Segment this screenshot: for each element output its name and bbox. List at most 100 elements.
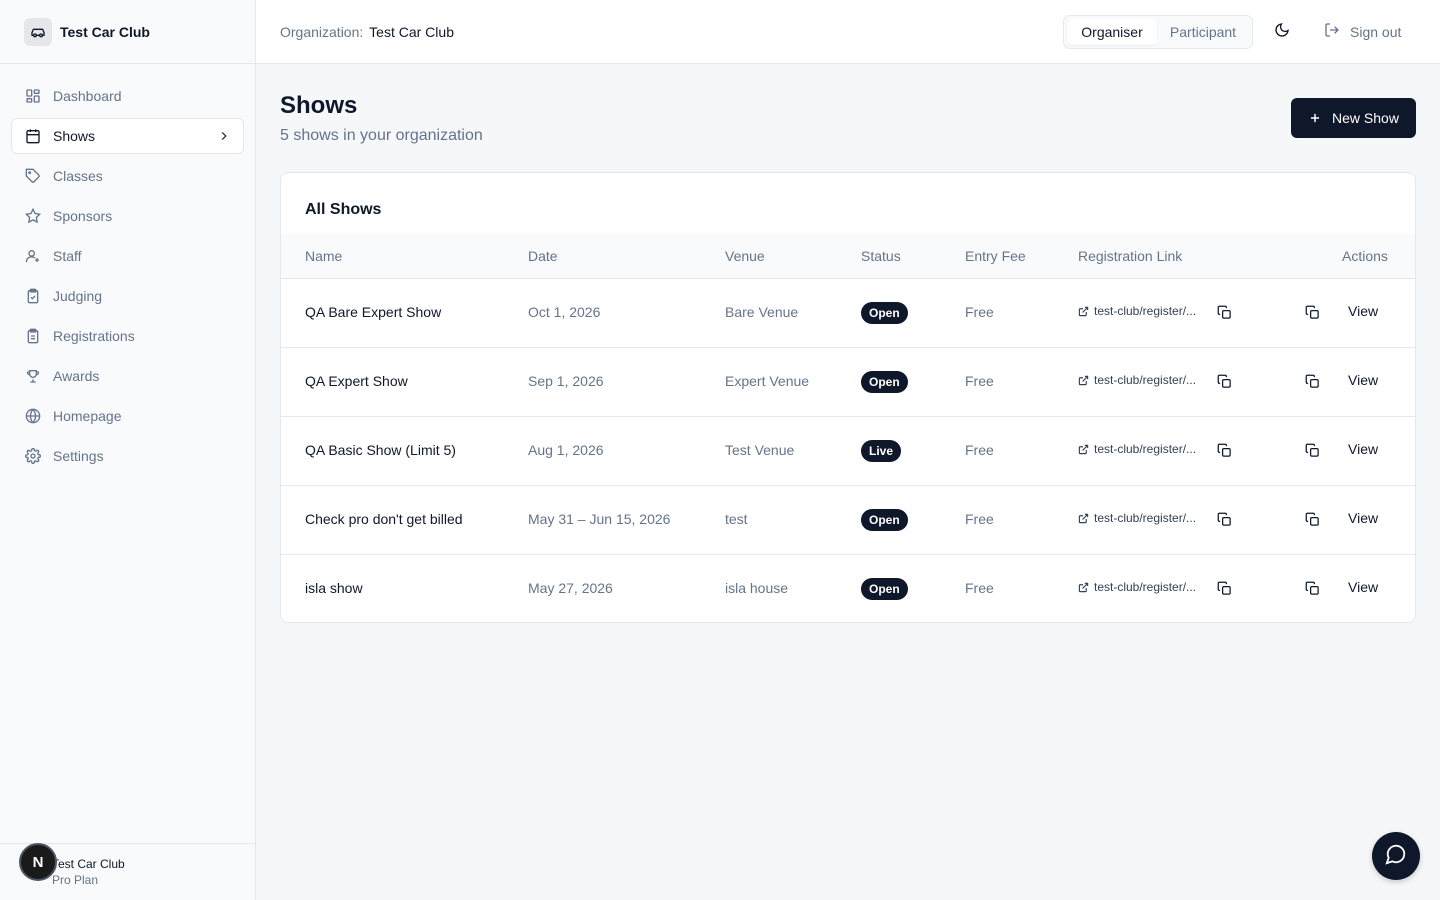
sidebar-item-label: Awards bbox=[53, 368, 100, 384]
topbar: Organization: Test Car Club Organiser Pa… bbox=[256, 0, 1440, 64]
status-badge: Live bbox=[861, 440, 902, 462]
entry-fee: Free bbox=[965, 304, 994, 320]
copy-link-icon[interactable] bbox=[1217, 374, 1232, 389]
sidebar-item-label: Registrations bbox=[53, 328, 135, 344]
show-venue: isla house bbox=[725, 580, 789, 596]
table-row[interactable]: QA Expert Show Sep 1, 2026 Expert Venue … bbox=[281, 348, 1415, 417]
calendar-icon bbox=[25, 128, 41, 144]
moon-icon bbox=[1274, 22, 1290, 43]
new-show-button[interactable]: New Show bbox=[1291, 98, 1416, 138]
account-club-name: Test Car Club bbox=[52, 857, 125, 871]
sign-out-label: Sign out bbox=[1350, 23, 1402, 40]
column-header-registration-link: Registration Link bbox=[1078, 248, 1183, 264]
view-button[interactable]: View bbox=[1348, 579, 1378, 595]
show-venue: Bare Venue bbox=[725, 304, 799, 320]
theme-toggle-button[interactable] bbox=[1272, 22, 1292, 42]
duplicate-icon[interactable] bbox=[1305, 512, 1320, 527]
table-row[interactable]: isla show May 27, 2026 isla house Open F… bbox=[281, 555, 1415, 622]
sidebar-item-staff[interactable]: Staff bbox=[11, 238, 244, 274]
registration-link[interactable]: test-club/register/... bbox=[1078, 511, 1196, 525]
copy-link-icon[interactable] bbox=[1217, 443, 1232, 458]
registration-link-text: test-club/register/... bbox=[1094, 442, 1197, 456]
view-button[interactable]: View bbox=[1348, 372, 1378, 388]
status-badge: Open bbox=[861, 302, 908, 324]
registration-link-text: test-club/register/... bbox=[1094, 511, 1197, 525]
car-icon bbox=[24, 17, 52, 46]
show-venue: test bbox=[725, 511, 748, 527]
sidebar-item-settings[interactable]: Settings bbox=[11, 438, 244, 474]
duplicate-icon[interactable] bbox=[1305, 305, 1320, 320]
duplicate-icon[interactable] bbox=[1305, 374, 1320, 389]
show-name: QA Expert Show bbox=[305, 373, 408, 389]
status-badge: Open bbox=[861, 371, 908, 393]
clipboard-icon bbox=[25, 328, 41, 344]
show-date: Aug 1, 2026 bbox=[528, 442, 604, 458]
sidebar-item-label: Dashboard bbox=[53, 88, 122, 104]
column-header-date: Date bbox=[528, 248, 558, 264]
external-link-icon bbox=[1078, 375, 1089, 385]
registration-link[interactable]: test-club/register/... bbox=[1078, 373, 1196, 387]
registration-link[interactable]: test-club/register/... bbox=[1078, 580, 1196, 594]
duplicate-icon[interactable] bbox=[1305, 581, 1320, 596]
role-organiser-button[interactable]: Organiser bbox=[1067, 19, 1157, 45]
show-name: QA Basic Show (Limit 5) bbox=[305, 442, 456, 458]
column-header-name: Name bbox=[305, 248, 343, 264]
chevron-right-icon bbox=[217, 129, 231, 143]
show-date: May 31 – Jun 15, 2026 bbox=[528, 511, 671, 527]
status-badge: Open bbox=[861, 578, 908, 600]
show-date: Sep 1, 2026 bbox=[528, 373, 604, 389]
sidebar-item-homepage[interactable]: Homepage bbox=[11, 398, 244, 434]
table-row[interactable]: QA Bare Expert Show Oct 1, 2026 Bare Ven… bbox=[281, 279, 1415, 348]
copy-link-icon[interactable] bbox=[1217, 581, 1232, 596]
sidebar-item-dashboard[interactable]: Dashboard bbox=[11, 78, 244, 114]
sidebar-item-classes[interactable]: Classes bbox=[11, 158, 244, 194]
brand[interactable]: Test Car Club bbox=[0, 0, 255, 64]
show-name: isla show bbox=[305, 580, 363, 596]
registration-link-text: test-club/register/... bbox=[1094, 580, 1197, 594]
table-row[interactable]: Check pro don't get billed May 31 – Jun … bbox=[281, 486, 1415, 555]
sidebar-item-judging[interactable]: Judging bbox=[11, 278, 244, 314]
brand-name: Test Car Club bbox=[60, 23, 150, 40]
globe-icon bbox=[25, 408, 41, 424]
external-link-icon bbox=[1078, 306, 1089, 316]
duplicate-icon[interactable] bbox=[1305, 443, 1320, 458]
message-circle-icon bbox=[1385, 843, 1407, 870]
chat-button[interactable] bbox=[1372, 832, 1420, 880]
page-subtitle: 5 shows in your organization bbox=[280, 127, 483, 144]
role-toggle: Organiser Participant bbox=[1063, 15, 1253, 49]
trophy-icon bbox=[25, 368, 41, 384]
sidebar: Test Car Club Dashboard Shows Classes Sp… bbox=[0, 0, 256, 900]
sidebar-item-shows[interactable]: Shows bbox=[11, 118, 244, 154]
view-button[interactable]: View bbox=[1348, 303, 1378, 319]
view-button[interactable]: View bbox=[1348, 441, 1378, 457]
user-icon bbox=[25, 248, 41, 264]
card-title: All Shows bbox=[305, 201, 382, 218]
copy-link-icon[interactable] bbox=[1217, 305, 1232, 320]
show-venue: Test Venue bbox=[725, 442, 795, 458]
show-date: May 27, 2026 bbox=[528, 580, 613, 596]
column-header-status: Status bbox=[861, 248, 901, 264]
view-button[interactable]: View bbox=[1348, 510, 1378, 526]
plus-icon bbox=[1308, 111, 1322, 125]
column-header-actions: Actions bbox=[1342, 248, 1388, 264]
avatar[interactable]: N bbox=[19, 843, 57, 881]
sidebar-item-sponsors[interactable]: Sponsors bbox=[11, 198, 244, 234]
table-row[interactable]: QA Basic Show (Limit 5) Aug 1, 2026 Test… bbox=[281, 417, 1415, 486]
copy-link-icon[interactable] bbox=[1217, 512, 1232, 527]
organization-label: Organization: Test Car Club bbox=[280, 24, 454, 40]
organization-name: Test Car Club bbox=[369, 24, 454, 40]
gear-icon bbox=[25, 448, 41, 464]
column-header-venue: Venue bbox=[725, 248, 765, 264]
role-participant-button[interactable]: Participant bbox=[1157, 19, 1249, 45]
registration-link[interactable]: test-club/register/... bbox=[1078, 442, 1196, 456]
sidebar-item-label: Settings bbox=[53, 448, 104, 464]
entry-fee: Free bbox=[965, 442, 994, 458]
sidebar-item-registrations[interactable]: Registrations bbox=[11, 318, 244, 354]
registration-link-text: test-club/register/... bbox=[1094, 304, 1197, 318]
sign-out-button[interactable]: Sign out bbox=[1324, 22, 1401, 41]
show-venue: Expert Venue bbox=[725, 373, 810, 389]
show-name: QA Bare Expert Show bbox=[305, 304, 442, 320]
external-link-icon bbox=[1078, 582, 1089, 592]
sidebar-item-awards[interactable]: Awards bbox=[11, 358, 244, 394]
registration-link[interactable]: test-club/register/... bbox=[1078, 304, 1196, 318]
